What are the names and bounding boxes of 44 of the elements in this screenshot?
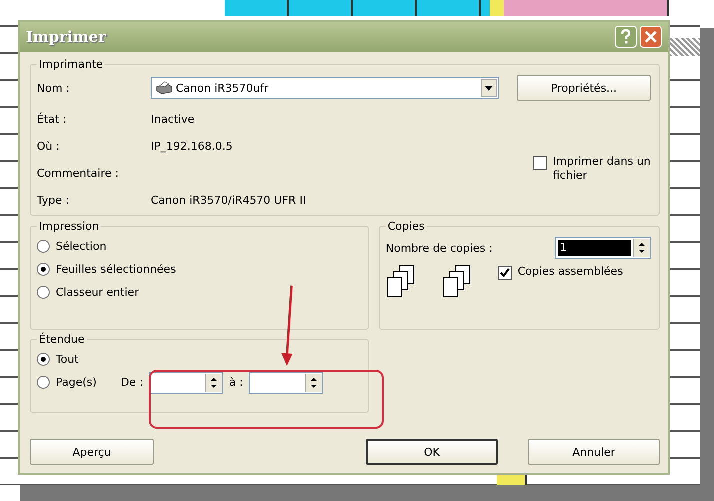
radio-button[interactable] bbox=[37, 376, 50, 389]
spin-field[interactable] bbox=[249, 372, 324, 394]
stacked-pages-icon bbox=[442, 265, 472, 299]
checkbox[interactable] bbox=[498, 266, 512, 280]
radio-label: Feuilles sélectionnées bbox=[56, 263, 176, 276]
window-title: Imprimer bbox=[26, 28, 106, 46]
checkbox[interactable] bbox=[533, 156, 547, 170]
radio-button[interactable] bbox=[37, 286, 50, 299]
field-value: IP_192.168.0.5 bbox=[151, 140, 233, 153]
group-label: Copies bbox=[386, 220, 426, 233]
field-label: Commentaire : bbox=[37, 167, 120, 180]
dialog-button[interactable]: Annuler bbox=[528, 439, 660, 465]
radio-button[interactable] bbox=[37, 263, 50, 276]
radio-label: Sélection bbox=[56, 240, 107, 253]
checkbox-label: Imprimer dans un fichier bbox=[553, 155, 651, 183]
close-icon[interactable] bbox=[640, 26, 662, 48]
radio-label: Classeur entier bbox=[56, 286, 140, 299]
field-label: à : bbox=[229, 376, 244, 389]
printer-icon bbox=[155, 81, 173, 95]
group-label: Imprimante bbox=[38, 58, 104, 71]
field-label: État : bbox=[37, 113, 68, 126]
field-label: Nombre de copies : bbox=[386, 242, 493, 254]
field-value: Inactive bbox=[151, 113, 195, 126]
dropdown-arrow-icon bbox=[485, 86, 493, 90]
checkbox-label: Copies assemblées bbox=[518, 265, 624, 280]
properties-button[interactable]: Propriétés... bbox=[517, 75, 651, 101]
field-label: De : bbox=[120, 376, 144, 389]
field-label: Où : bbox=[37, 140, 61, 153]
group-label: Impression bbox=[38, 220, 100, 233]
copies-spin-field[interactable]: 1 bbox=[555, 237, 651, 259]
radio-button[interactable] bbox=[37, 353, 50, 366]
dialog-button[interactable]: OK bbox=[366, 439, 498, 465]
radio-label: Page(s) bbox=[56, 376, 97, 389]
spin-field[interactable] bbox=[149, 372, 224, 394]
printer-dropdown[interactable]: Canon iR3570ufr bbox=[151, 77, 499, 99]
field-label: Nom : bbox=[37, 82, 71, 94]
field-value: Canon iR3570/iR4570 UFR II bbox=[151, 194, 306, 207]
group-label: Étendue bbox=[38, 333, 86, 346]
dialog-button[interactable]: Aperçu bbox=[30, 439, 154, 465]
radio-button[interactable] bbox=[37, 240, 50, 253]
field-label: Type : bbox=[37, 194, 70, 207]
radio-label: Tout bbox=[56, 353, 79, 366]
stacked-pages-icon bbox=[386, 265, 416, 299]
help-icon[interactable] bbox=[615, 26, 637, 48]
